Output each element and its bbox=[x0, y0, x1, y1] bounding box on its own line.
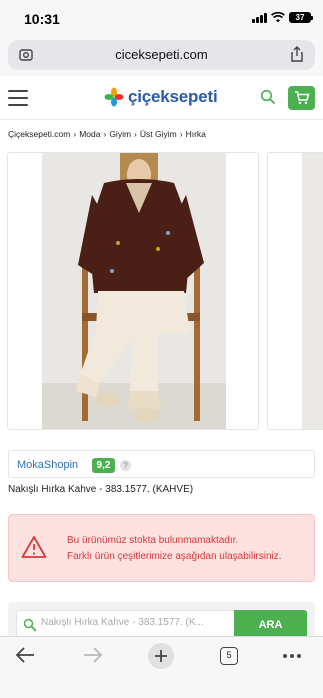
site-header: çiçeksepeti bbox=[0, 80, 323, 120]
logo-text: çiçeksepeti bbox=[128, 87, 218, 106]
share-icon[interactable] bbox=[289, 46, 305, 63]
cart-button[interactable] bbox=[288, 86, 315, 110]
menu-icon[interactable] bbox=[8, 90, 28, 106]
status-time: 10:31 bbox=[24, 11, 60, 27]
search-icon bbox=[23, 618, 37, 632]
header-divider bbox=[0, 119, 323, 120]
flower-logo-icon bbox=[104, 87, 124, 107]
url-bar-container: ciceksepeti.com bbox=[0, 36, 323, 76]
breadcrumb: Çiçeksepeti.com › Moda › Giyim › Üst Giy… bbox=[8, 129, 209, 139]
breadcrumb-item[interactable]: Hırka bbox=[186, 129, 206, 139]
tabs-button[interactable]: 5 bbox=[220, 647, 238, 665]
more-icon[interactable] bbox=[282, 653, 302, 659]
breadcrumb-item[interactable]: Üst Giyim bbox=[140, 129, 177, 139]
product-gallery[interactable] bbox=[7, 152, 323, 430]
product-photo bbox=[8, 153, 258, 429]
seller-card[interactable]: MokaShopin 9,2 ? bbox=[8, 450, 315, 478]
url-text[interactable]: ciceksepeti.com bbox=[8, 47, 315, 62]
stock-alert-text: Bu ürünümüz stokta bulunmamaktadır. bbox=[67, 535, 239, 546]
breadcrumb-item[interactable]: Çiçeksepeti.com bbox=[8, 129, 70, 139]
browser-toolbar: 5 bbox=[0, 636, 323, 698]
warning-icon bbox=[21, 536, 47, 558]
new-tab-button[interactable] bbox=[148, 643, 174, 669]
site-logo[interactable]: çiçeksepeti bbox=[104, 87, 218, 107]
signal-icon bbox=[252, 12, 267, 23]
plus-icon bbox=[155, 650, 167, 662]
battery-icon: 37 bbox=[289, 12, 313, 23]
product-image-main[interactable] bbox=[7, 152, 259, 430]
status-icons: 37 bbox=[252, 12, 313, 23]
product-title: Nakışlı Hırka Kahve - 383.1577. (KAHVE) bbox=[8, 484, 194, 495]
status-bar: 10:31 37 bbox=[0, 0, 323, 36]
stock-alert-subtext: Farklı ürün çeşitlerimize aşağıdan ulaşa… bbox=[67, 551, 282, 562]
forward-arrow-icon[interactable] bbox=[82, 645, 104, 665]
url-bar[interactable]: ciceksepeti.com bbox=[8, 40, 315, 70]
breadcrumb-item[interactable]: Giyim bbox=[109, 129, 131, 139]
product-image-next[interactable] bbox=[267, 152, 323, 430]
similar-search-input[interactable] bbox=[41, 617, 231, 628]
seller-name[interactable]: MokaShopin bbox=[17, 459, 78, 471]
cart-icon bbox=[294, 91, 309, 105]
chevron-right-icon: › bbox=[73, 129, 77, 139]
back-arrow-icon[interactable] bbox=[14, 645, 36, 665]
breadcrumb-item[interactable]: Moda bbox=[79, 129, 100, 139]
chevron-right-icon: › bbox=[134, 129, 137, 139]
wifi-icon bbox=[271, 12, 285, 23]
chevron-right-icon: › bbox=[103, 129, 107, 139]
stock-alert: Bu ürünümüz stokta bulunmamaktadır. Fark… bbox=[8, 514, 315, 582]
seller-score-badge: 9,2 bbox=[92, 458, 115, 473]
product-photo-partial bbox=[268, 153, 323, 429]
help-icon[interactable]: ? bbox=[120, 460, 131, 471]
chevron-right-icon: › bbox=[179, 129, 183, 139]
search-icon[interactable] bbox=[260, 89, 276, 105]
